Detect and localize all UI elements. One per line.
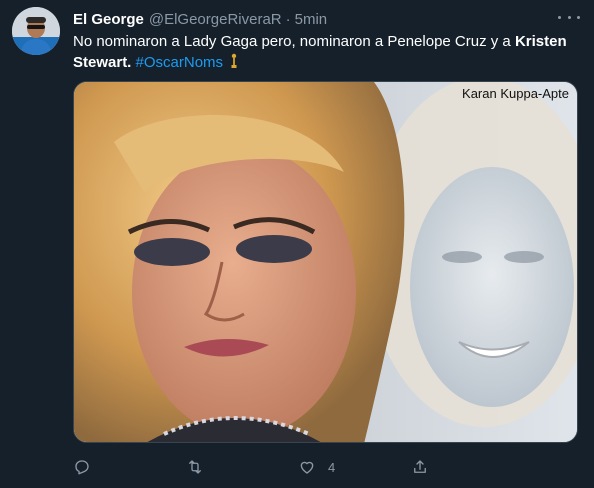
- more-options-icon[interactable]: [558, 9, 580, 25]
- like-button[interactable]: 4: [298, 458, 411, 476]
- hashtag-link[interactable]: #OscarNoms: [136, 54, 224, 71]
- separator-dot: ·: [285, 10, 291, 28]
- tweet-actions: 4: [73, 456, 523, 478]
- share-icon: [411, 458, 429, 476]
- share-button[interactable]: [411, 458, 524, 476]
- tweet-header: El George @ElGeorgeRiveraR · 5min: [73, 9, 582, 29]
- heart-icon: [298, 458, 316, 476]
- trophy-icon: [230, 53, 238, 69]
- avatar[interactable]: [12, 7, 60, 55]
- author-handle[interactable]: @ElGeorgeRiveraR: [149, 11, 282, 28]
- author-name[interactable]: El George: [73, 11, 144, 28]
- tweet[interactable]: El George @ElGeorgeRiveraR · 5min No nom…: [0, 0, 594, 488]
- reply-icon: [73, 458, 91, 476]
- tweet-media-image[interactable]: Karan Kuppa-Apte: [73, 81, 578, 443]
- retweet-button[interactable]: [186, 458, 299, 476]
- media-credit: Karan Kuppa-Apte: [462, 86, 569, 101]
- tweet-text: No nominaron a Lady Gaga pero, nominaron…: [73, 31, 583, 73]
- tweet-text-body: No nominaron a Lady Gaga pero, nominaron…: [73, 33, 515, 50]
- reply-button[interactable]: [73, 458, 186, 476]
- retweet-icon: [186, 458, 204, 476]
- meme-image: [74, 82, 577, 442]
- timestamp[interactable]: 5min: [295, 11, 328, 28]
- like-count: 4: [328, 459, 336, 475]
- avatar-photo: [12, 7, 60, 55]
